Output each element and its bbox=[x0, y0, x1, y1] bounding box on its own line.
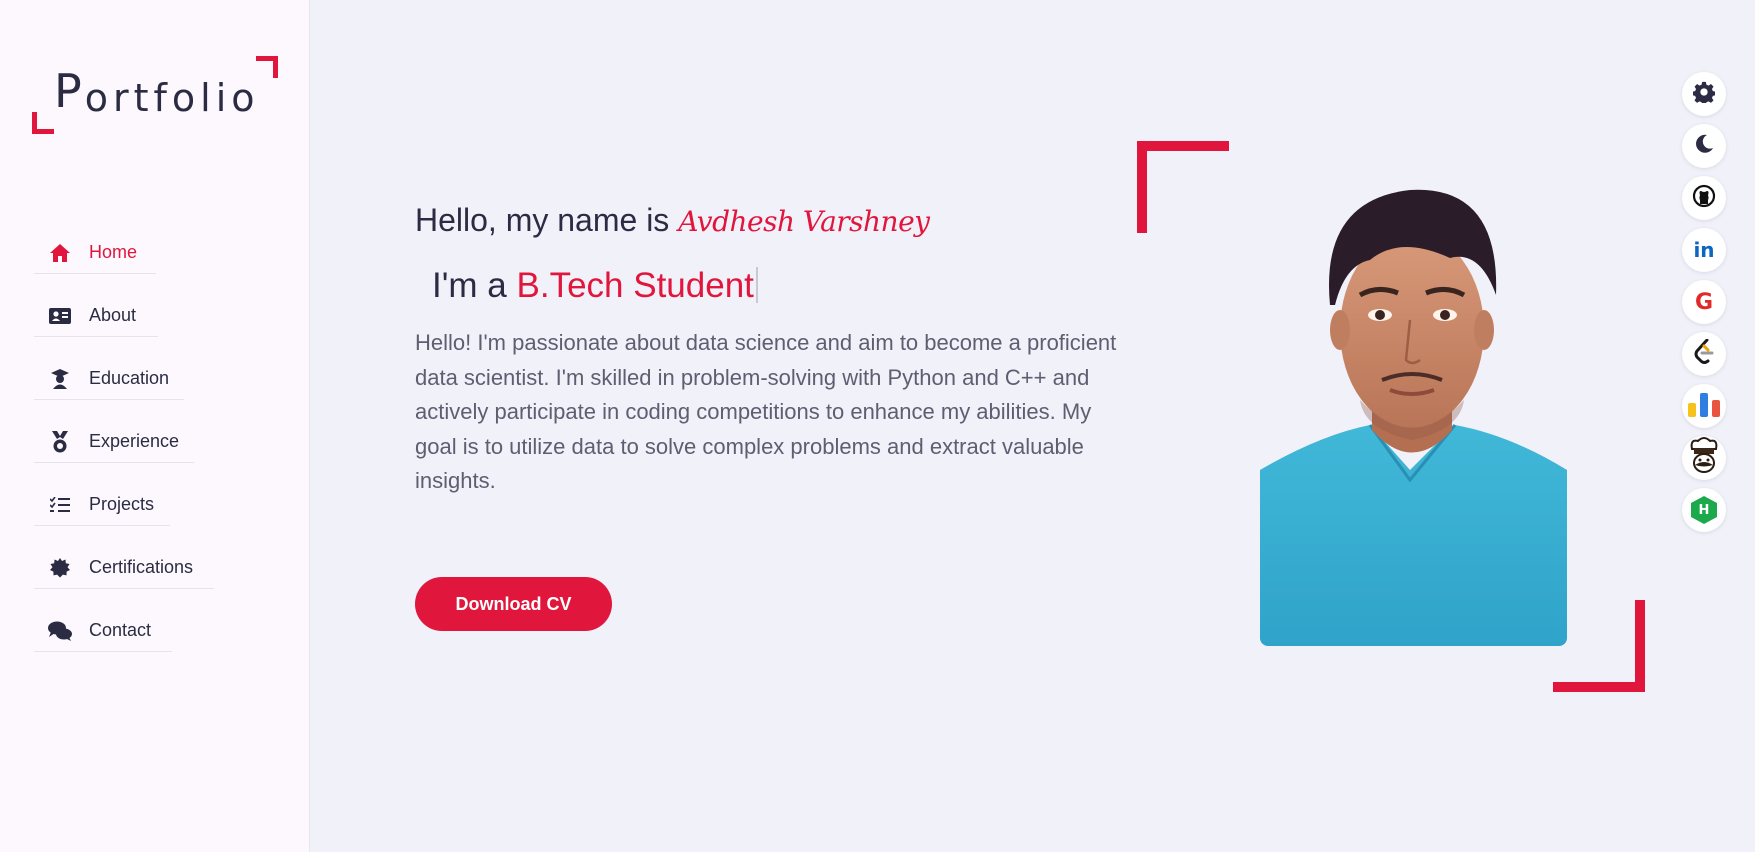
github-icon bbox=[1692, 184, 1716, 213]
sidebar-item-experience[interactable]: Experience bbox=[34, 421, 194, 463]
author-name: Avdhesh Varshney bbox=[678, 205, 930, 238]
dark-mode-button[interactable] bbox=[1682, 124, 1726, 168]
sidebar-item-label: Home bbox=[89, 242, 138, 262]
sidebar-item-label: Contact bbox=[89, 620, 152, 640]
download-cv-button[interactable]: Download CV bbox=[415, 577, 612, 631]
google-icon: G bbox=[1694, 289, 1714, 315]
bio-paragraph: Hello! I'm passionate about data science… bbox=[415, 330, 1117, 493]
sidebar-item-contact[interactable]: Contact bbox=[34, 610, 172, 652]
photo-frame-corner bbox=[1137, 141, 1229, 233]
codechef-link[interactable] bbox=[1682, 436, 1726, 480]
leetcode-icon bbox=[1692, 338, 1716, 370]
hackerrank-icon: H bbox=[1691, 496, 1717, 524]
social-bar: in G H bbox=[1682, 72, 1726, 532]
typing-caret bbox=[755, 267, 758, 303]
hackerrank-letter: H bbox=[1698, 502, 1710, 518]
role-heading: I'm a B.Tech Student bbox=[432, 266, 758, 306]
sidebar-item-home[interactable]: Home bbox=[34, 232, 156, 274]
profile-photo bbox=[1260, 180, 1567, 646]
sidebar-item-label: Projects bbox=[89, 494, 155, 514]
logo[interactable]: Portfolio bbox=[32, 56, 278, 134]
sidebar-nav: Home About Education Experience Projects bbox=[34, 232, 214, 673]
greeting-text: Hello, my name is bbox=[415, 202, 670, 238]
sidebar-item-label: About bbox=[89, 305, 137, 325]
settings-button[interactable] bbox=[1682, 72, 1726, 116]
logo-text: Portfolio bbox=[54, 64, 260, 120]
gear-icon bbox=[1692, 81, 1716, 108]
sidebar-item-label: Education bbox=[89, 368, 170, 388]
google-link[interactable]: G bbox=[1682, 280, 1726, 324]
hackerrank-link[interactable]: H bbox=[1682, 488, 1726, 532]
moon-icon bbox=[1694, 134, 1714, 159]
github-link[interactable] bbox=[1682, 176, 1726, 220]
sidebar-item-label: Certifications bbox=[89, 557, 194, 577]
logo-corner-decoration bbox=[32, 112, 54, 134]
id-card-icon bbox=[48, 307, 72, 324]
bar-chart-icon bbox=[1687, 391, 1721, 422]
tasks-icon bbox=[48, 496, 72, 513]
greeting-heading: Hello, my name is Avdhesh Varshney bbox=[415, 202, 930, 239]
certificate-icon bbox=[48, 557, 72, 578]
home-icon bbox=[48, 243, 72, 263]
sidebar-item-label: Experience bbox=[89, 431, 180, 451]
leetcode-link[interactable] bbox=[1682, 332, 1726, 376]
role-text: B.Tech Student bbox=[516, 266, 754, 305]
medal-icon bbox=[48, 430, 72, 453]
sidebar-item-about[interactable]: About bbox=[34, 295, 158, 337]
role-prefix: I'm a bbox=[432, 266, 507, 305]
chat-icon bbox=[48, 621, 72, 641]
chef-icon bbox=[1688, 436, 1720, 480]
sidebar-item-projects[interactable]: Projects bbox=[34, 484, 170, 526]
sidebar: Portfolio Home About Education Experienc… bbox=[0, 0, 310, 852]
sidebar-item-certifications[interactable]: Certifications bbox=[34, 547, 214, 589]
stats-link[interactable] bbox=[1682, 384, 1726, 428]
sidebar-item-education[interactable]: Education bbox=[34, 358, 184, 400]
linkedin-icon: in bbox=[1693, 238, 1715, 262]
linkedin-link[interactable]: in bbox=[1682, 228, 1726, 272]
graduate-icon bbox=[48, 368, 72, 389]
